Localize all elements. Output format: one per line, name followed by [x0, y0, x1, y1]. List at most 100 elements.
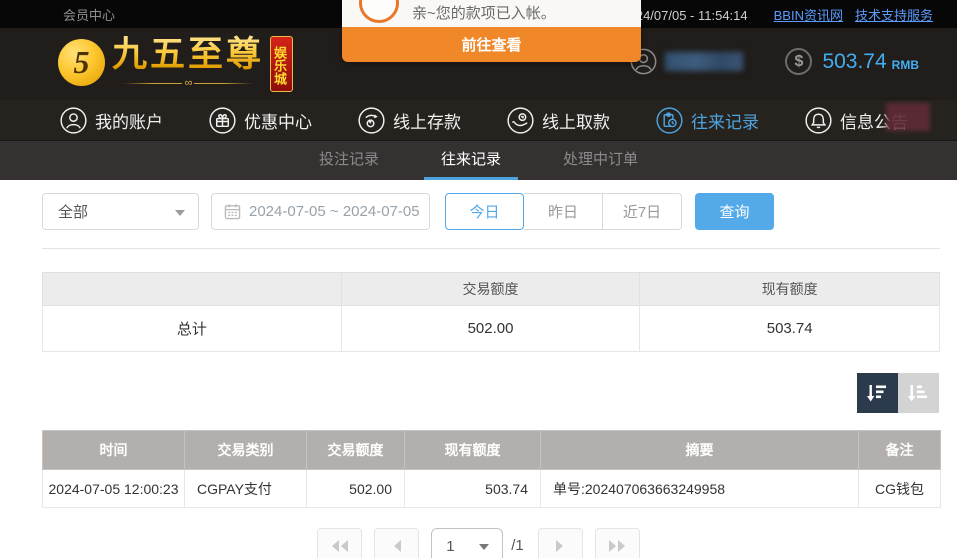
tech-support-link[interactable]: 技术支持服务 — [855, 5, 933, 24]
col-time: 时间 — [43, 431, 185, 470]
cell-current-amount: 503.74 — [405, 470, 541, 508]
summary-table: 交易额度 现有额度 总计 502.00 503.74 — [42, 272, 940, 352]
col-summary: 摘要 — [541, 431, 859, 470]
table-row: 2024-07-05 12:00:23 CGPAY支付 502.00 503.7… — [43, 470, 941, 508]
date-range-picker[interactable]: 2024-07-05 ~ 2024-07-05 — [211, 193, 430, 230]
summary-current-amount: 503.74 — [640, 306, 940, 352]
logo-main: 九五至尊 ∞ — [112, 33, 264, 89]
cell-trade-amount: 502.00 — [307, 470, 405, 508]
dollar-glyph: $ — [794, 53, 803, 71]
section-divider — [42, 248, 940, 249]
type-select-value: 全部 — [58, 201, 88, 222]
nav-item-my-account[interactable]: 我的账户 — [60, 107, 163, 134]
currency-label: RMB — [892, 58, 919, 72]
cell-summary: 单号:202407063663249958 — [541, 470, 859, 508]
filter-row: 全部 2024-07-05 ~ 2024-07-05 今日 昨日 近7日 查询 — [42, 193, 774, 230]
summary-header-current: 现有额度 — [640, 273, 940, 306]
last-7-days-button[interactable]: 近7日 — [603, 193, 682, 230]
toast-status-icon — [359, 0, 399, 23]
tab-bet-records[interactable]: 投注记录 — [302, 141, 396, 180]
nav-item-deposit[interactable]: 线上存款 — [358, 107, 461, 134]
sort-buttons — [857, 373, 939, 413]
toast-view-button[interactable]: 前往查看 — [342, 27, 641, 62]
nav-label: 优惠中心 — [244, 108, 312, 133]
prev-page-button[interactable] — [374, 528, 419, 558]
today-button[interactable]: 今日 — [445, 193, 524, 230]
pagination: 1 /1 — [0, 528, 957, 558]
nav-item-transaction-records[interactable]: 往来记录 — [656, 107, 759, 134]
user-area: $ 503.74 RMB — [630, 48, 919, 75]
subtab-bar: 投注记录 往来记录 处理中订单 — [0, 141, 957, 180]
chevron-down-icon — [175, 210, 185, 216]
records-table: 时间 交易类别 交易额度 现有额度 摘要 备注 2024-07-05 12:00… — [42, 430, 941, 508]
sort-ascending-icon — [907, 381, 931, 405]
bbin-news-link[interactable]: BBIN资讯网 — [774, 5, 843, 24]
records-icon — [656, 107, 683, 134]
first-page-button[interactable] — [317, 528, 362, 558]
member-center-label: 会员中心 — [63, 5, 115, 24]
search-button[interactable]: 查询 — [695, 193, 774, 230]
tab-transaction-records[interactable]: 往来记录 — [424, 141, 518, 180]
col-trade-amount: 交易额度 — [307, 431, 405, 470]
nav-label: 往来记录 — [691, 108, 759, 133]
nav-label: 我的账户 — [95, 108, 163, 133]
cell-time: 2024-07-05 12:00:23 — [43, 470, 185, 508]
sort-descending-button[interactable] — [857, 373, 898, 413]
next-page-button[interactable] — [538, 528, 583, 558]
toast-body: 亲~您的款项已入帐。 — [342, 0, 641, 27]
calendar-icon — [224, 203, 241, 220]
col-type: 交易类别 — [185, 431, 307, 470]
summary-total-label: 总计 — [43, 306, 342, 352]
dollar-icon: $ — [785, 48, 812, 75]
col-current-amount: 现有额度 — [405, 431, 541, 470]
user-icon — [60, 107, 87, 134]
type-select[interactable]: 全部 — [42, 193, 199, 230]
right-icon — [554, 539, 566, 553]
double-right-icon — [607, 539, 627, 553]
double-left-icon — [330, 539, 350, 553]
nav-redaction-overlay — [886, 103, 930, 131]
logo-title: 九五至尊 — [112, 33, 264, 77]
member-center-page: 会员中心 美东时间：2024/07/05 - 11:54:14 BBIN资讯网 … — [0, 0, 957, 558]
col-remark: 备注 — [859, 431, 941, 470]
logo-95-icon: 5 — [58, 39, 105, 86]
sort-descending-icon — [866, 381, 890, 405]
summary-header-empty — [43, 273, 342, 306]
deposit-toast: 亲~您的款项已入帐。 前往查看 — [342, 0, 641, 62]
tab-pending-orders[interactable]: 处理中订单 — [546, 141, 655, 180]
page-select[interactable]: 1 — [431, 528, 503, 558]
summary-trade-amount: 502.00 — [341, 306, 640, 352]
summary-header-row: 交易额度 现有额度 — [43, 273, 940, 306]
nav-label: 线上取款 — [542, 108, 610, 133]
summary-total-row: 总计 502.00 503.74 — [43, 306, 940, 352]
summary-header-trade: 交易额度 — [341, 273, 640, 306]
records-header-row: 时间 交易类别 交易额度 现有额度 摘要 备注 — [43, 431, 941, 470]
balance-amount: 503.74 — [822, 50, 886, 74]
nav-item-promotions[interactable]: 优惠中心 — [209, 107, 312, 134]
gift-icon — [209, 107, 236, 134]
nav-item-announcements[interactable]: 信息公告 — [805, 107, 908, 134]
left-icon — [391, 539, 403, 553]
content-area: 全部 2024-07-05 ~ 2024-07-05 今日 昨日 近7日 查询 — [0, 180, 957, 558]
cell-remark: CG钱包 — [859, 470, 941, 508]
page-select-value: 1 — [446, 538, 454, 555]
username-redacted — [665, 52, 743, 71]
page-total-label: /1 — [511, 528, 524, 558]
date-range-value: 2024-07-05 ~ 2024-07-05 — [249, 203, 420, 220]
main-nav: 我的账户 优惠中心 线上存款 — [0, 100, 957, 141]
logo-flourish: ∞ — [123, 77, 253, 89]
site-logo[interactable]: 5 九五至尊 ∞ 娱乐城 — [58, 33, 293, 92]
toast-message: 亲~您的款项已入帐。 — [412, 2, 556, 23]
withdraw-icon — [507, 107, 534, 134]
deposit-icon — [358, 107, 385, 134]
quick-range-group: 今日 昨日 近7日 — [445, 193, 682, 230]
logo-number: 5 — [74, 44, 90, 81]
cell-type: CGPAY支付 — [185, 470, 307, 508]
chevron-down-icon — [479, 544, 489, 550]
nav-item-withdraw[interactable]: 线上取款 — [507, 107, 610, 134]
yesterday-button[interactable]: 昨日 — [524, 193, 603, 230]
sort-ascending-button[interactable] — [898, 373, 939, 413]
last-page-button[interactable] — [595, 528, 640, 558]
logo-badge: 娱乐城 — [270, 36, 293, 92]
bell-icon — [805, 107, 832, 134]
